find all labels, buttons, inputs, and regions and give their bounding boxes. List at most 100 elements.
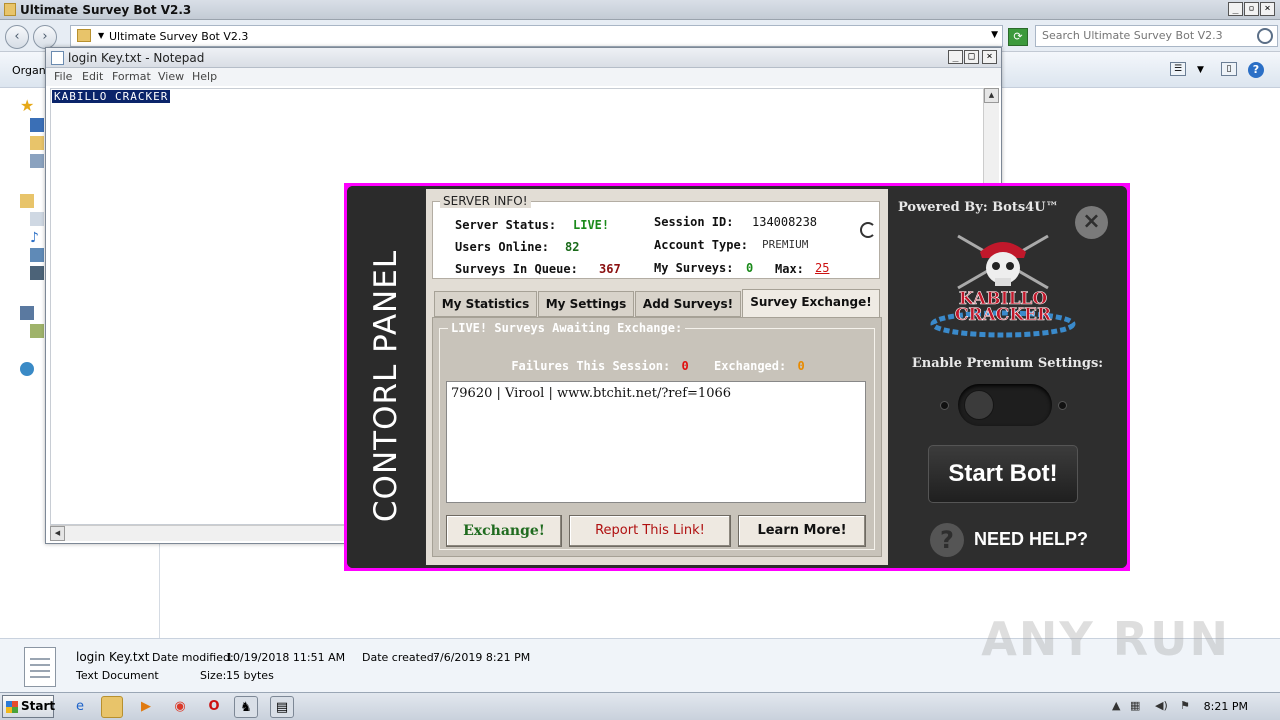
selected-text[interactable]: KABILLO CRACKER — [52, 90, 171, 103]
users-online-label: Users Online: — [455, 240, 549, 254]
survey-bot-window: CONTORL PANEL Server Status: LIVE! Users… — [344, 183, 1130, 571]
desktop-icon[interactable] — [30, 118, 44, 132]
computer-icon[interactable] — [20, 306, 34, 320]
taskbar: Start e ▶ ◉ O ♞ ▤ ▲ ▦ ◀) ⚑ 8:21 PM — [0, 692, 1280, 720]
failures-value: 0 — [681, 359, 689, 373]
organize-menu[interactable]: Organi — [12, 64, 49, 77]
downloads-icon[interactable] — [30, 136, 44, 150]
report-link-button[interactable]: Report This Link! — [569, 515, 731, 547]
menu-view[interactable]: View — [158, 70, 184, 83]
media-player-icon[interactable]: ▶ — [134, 696, 158, 718]
favorites-star-icon[interactable]: ★ — [20, 96, 34, 115]
address-bar[interactable]: ▼ Ultimate Survey Bot V2.3 ▼ — [70, 25, 1003, 47]
session-id-value: 134008238 — [752, 215, 818, 229]
music-icon[interactable]: ♪ — [30, 230, 44, 246]
libraries-icon[interactable] — [20, 194, 34, 208]
local-disk-icon[interactable] — [30, 324, 44, 338]
notepad-minimize-button[interactable]: _ — [948, 50, 963, 64]
toggle-knob[interactable] — [964, 390, 994, 420]
kabillo-cracker-logo: KABILLO CRACKER — [930, 234, 1076, 338]
tab-add-surveys[interactable]: Add Surveys! — [635, 291, 741, 317]
session-id-label: Session ID: — [654, 215, 734, 229]
address-text: Ultimate Survey Bot V2.3 — [109, 30, 249, 43]
exchange-button[interactable]: Exchange! — [446, 515, 562, 547]
volume-tray-icon[interactable]: ◀) — [1155, 699, 1168, 712]
tab-my-settings[interactable]: My Settings — [538, 291, 634, 317]
need-help-link[interactable]: NEED HELP? — [974, 529, 1088, 550]
scroll-up-icon[interactable]: ▲ — [984, 88, 999, 103]
server-info-legend: SERVER INFO! — [440, 194, 531, 208]
my-surveys-value: 0 — [746, 261, 754, 275]
scroll-left-icon[interactable]: ◀ — [50, 526, 65, 541]
tab-survey-exchange[interactable]: Survey Exchange! — [742, 289, 880, 317]
bot-taskbar-icon[interactable]: ♞ — [234, 696, 258, 718]
date-modified-value: 10/19/2018 11:51 AM — [226, 651, 346, 664]
logo-text-cracker: CRACKER — [955, 305, 1052, 325]
view-options-icon[interactable]: ☰ — [1170, 62, 1186, 76]
control-panel-main: Server Status: LIVE! Users Online: 82 Su… — [426, 189, 888, 565]
server-status-label: Server Status: — [455, 218, 557, 232]
notepad-close-button[interactable]: × — [982, 50, 997, 64]
explorer-title: Ultimate Survey Bot V2.3 — [20, 3, 192, 17]
chevron-down-icon[interactable]: ▼ — [1197, 65, 1204, 75]
menu-file[interactable]: File — [54, 70, 72, 83]
date-created-label: Date created: — [362, 651, 438, 664]
close-button[interactable]: × — [1260, 2, 1275, 16]
recent-places-icon[interactable] — [30, 154, 44, 168]
menu-help[interactable]: Help — [192, 70, 217, 83]
preview-pane-icon[interactable]: ▯ — [1221, 62, 1237, 76]
forward-button[interactable]: › — [33, 25, 57, 49]
question-icon[interactable]: ? — [930, 523, 964, 557]
notepad-taskbar-icon[interactable]: ▤ — [270, 696, 294, 718]
documents-icon[interactable] — [30, 212, 44, 226]
close-icon[interactable]: × — [1075, 206, 1108, 239]
opera-icon[interactable]: O — [202, 696, 226, 718]
search-input[interactable] — [1042, 29, 1252, 42]
account-type-value: PREMIUM — [762, 238, 809, 251]
help-icon[interactable]: ? — [1248, 62, 1264, 78]
address-dropdown-icon[interactable]: ▼ — [991, 30, 998, 40]
tab-my-statistics[interactable]: My Statistics — [434, 291, 537, 317]
back-button[interactable]: ‹ — [5, 25, 29, 49]
session-stats-row: Failures This Session: 0 Exchanged: 0 — [440, 359, 876, 373]
search-box[interactable] — [1035, 25, 1278, 47]
clock[interactable]: 8:21 PM — [1204, 700, 1248, 713]
list-item[interactable]: 79620 | Virool | www.btchit.net/?ref=106… — [451, 386, 861, 401]
show-hidden-icons[interactable]: ▲ — [1112, 699, 1120, 712]
toggle-left-dot — [940, 401, 949, 410]
minimize-button[interactable]: _ — [1228, 2, 1243, 16]
notepad-title: login Key.txt - Notepad — [68, 51, 205, 65]
network-tray-icon[interactable]: ▦ — [1130, 699, 1140, 712]
videos-icon[interactable] — [30, 266, 44, 280]
action-center-flag-icon[interactable]: ⚑ — [1180, 699, 1190, 712]
internet-explorer-icon[interactable]: e — [68, 696, 92, 718]
menu-format[interactable]: Format — [112, 70, 151, 83]
premium-toggle[interactable] — [958, 384, 1052, 426]
network-icon[interactable] — [20, 362, 34, 376]
learn-more-button[interactable]: Learn More! — [738, 515, 866, 547]
search-icon[interactable] — [1257, 28, 1273, 44]
survey-exchange-panel: Failures This Session: 0 Exchanged: 0 79… — [432, 317, 882, 557]
pictures-icon[interactable] — [30, 248, 44, 262]
restore-button[interactable]: ▫ — [1244, 2, 1259, 16]
control-panel-label: CONTORL PANEL — [368, 249, 404, 523]
exchange-legend: LIVE! Surveys Awaiting Exchange: — [448, 321, 686, 335]
menu-edit[interactable]: Edit — [82, 70, 103, 83]
start-button[interactable]: Start — [2, 695, 56, 718]
exchange-list[interactable]: 79620 | Virool | www.btchit.net/?ref=106… — [446, 381, 866, 503]
chevron-down-icon[interactable]: ▼ — [98, 31, 104, 40]
start-label: Start — [21, 699, 56, 713]
exchanged-label: Exchanged: — [713, 359, 787, 373]
refresh-button[interactable]: ⟳ — [1008, 28, 1028, 46]
refresh-icon[interactable] — [860, 222, 876, 238]
explorer-taskbar-icon[interactable] — [101, 696, 123, 718]
date-modified-label: Date modified: — [152, 651, 234, 664]
start-bot-button[interactable]: Start Bot! — [928, 445, 1078, 503]
folder-icon — [4, 3, 16, 16]
chrome-icon[interactable]: ◉ — [168, 696, 192, 718]
bot-frame: CONTORL PANEL Server Status: LIVE! Users… — [347, 186, 1127, 568]
notepad-maximize-button[interactable]: □ — [964, 50, 979, 64]
date-created-value: 7/6/2019 8:21 PM — [433, 651, 531, 664]
server-info-box: Server Status: LIVE! Users Online: 82 Su… — [432, 201, 880, 279]
max-value[interactable]: 25 — [815, 261, 829, 275]
